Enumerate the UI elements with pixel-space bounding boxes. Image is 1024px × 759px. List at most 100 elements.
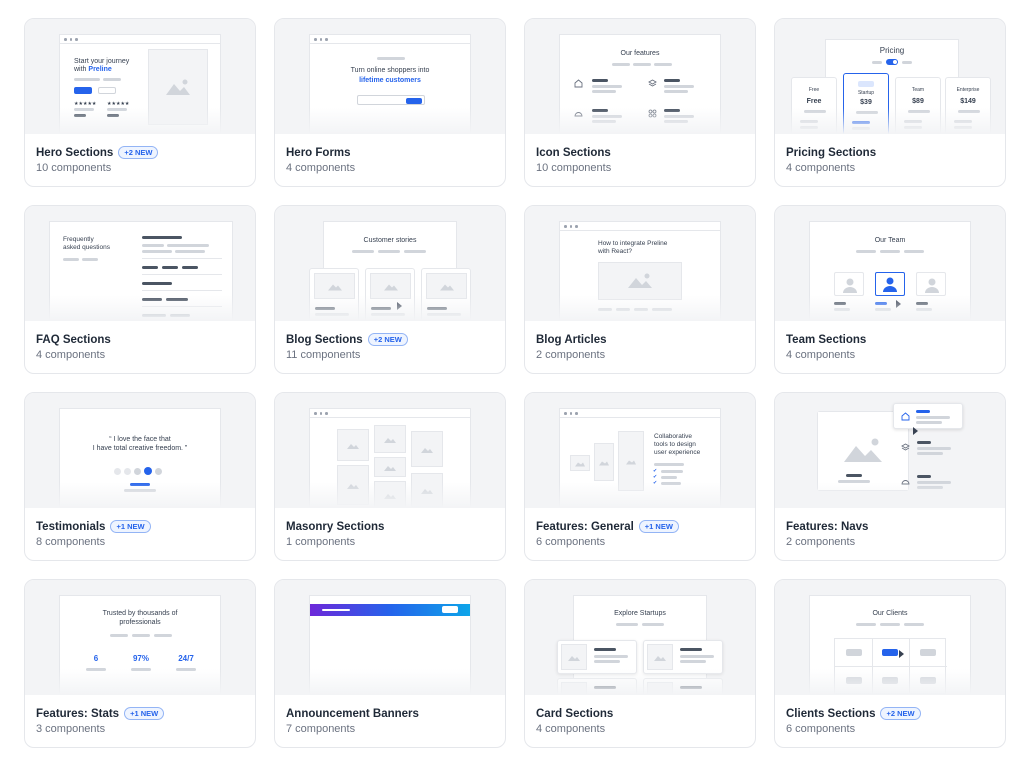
image-placeholder-icon (374, 425, 406, 453)
component-count: 3 components (36, 723, 106, 735)
category-title: Hero Forms (286, 146, 351, 159)
category-title: Blog Articles (536, 333, 607, 346)
category-title: Features: Navs (786, 520, 869, 533)
category-title: Clients Sections (786, 707, 876, 720)
stat-value: 97% (132, 654, 149, 663)
category-title: Hero Sections (36, 146, 114, 159)
image-placeholder-icon (337, 429, 369, 461)
mock-heading: Explore Startups (614, 610, 666, 617)
mock-heading-line2: with Preline (74, 66, 112, 73)
mock-quote-line2: I have total creative freedom. ” (92, 445, 188, 452)
image-placeholder-icon (570, 455, 590, 471)
preview-testimonials: “ I love the face that I have total crea… (25, 393, 255, 508)
category-card-features-stats[interactable]: Trusted by thousands of professionals 6 … (24, 579, 256, 748)
mock-heading: Our Clients (872, 610, 908, 617)
new-badge: +2 NEW (880, 707, 921, 720)
mock-quote: “ I love the face that (109, 436, 171, 443)
cursor-icon (913, 427, 918, 435)
new-badge: +1 NEW (124, 707, 165, 720)
category-card-team-sections[interactable]: Our Team Team Sections 4 components (774, 205, 1006, 374)
component-count: 11 components (286, 349, 361, 361)
avatar-icon (875, 272, 905, 296)
mock-heading-line2: professionals (119, 619, 161, 626)
mock-heading: Our features (620, 50, 660, 57)
component-count: 4 components (36, 349, 106, 361)
mock-heading-line2: with React? (598, 248, 632, 255)
category-card-pricing-sections[interactable]: Pricing Free Free Startup $39 Team $89 E… (774, 18, 1006, 187)
category-card-clients-sections[interactable]: Our Clients Clients Sections +2 NEW 6 co… (774, 579, 1006, 748)
category-title: Blog Sections (286, 333, 363, 346)
component-count: 10 components (536, 162, 612, 174)
category-card-card-sections[interactable]: Explore Startups Card Sections 4 compone… (524, 579, 756, 748)
layers-icon (901, 443, 910, 451)
component-count: 1 components (286, 536, 356, 548)
category-title: Announcement Banners (286, 707, 419, 720)
avatar-icon (834, 272, 864, 296)
category-card-features-navs[interactable]: Features: Navs 2 components (774, 392, 1006, 561)
preview-team-sections: Our Team (775, 206, 1005, 321)
component-count: 8 components (36, 536, 106, 548)
mock-heading-line2: asked questions (63, 244, 110, 251)
category-card-hero-forms[interactable]: Turn online shoppers into lifetime custo… (274, 18, 506, 187)
mock-heading: Collaborative (654, 433, 692, 440)
mock-heading: Our Team (874, 237, 906, 244)
category-card-faq-sections[interactable]: Frequently asked questions FAQ Sections … (24, 205, 256, 374)
component-count: 2 components (536, 349, 606, 361)
category-title: Pricing Sections (786, 146, 877, 159)
cursor-icon (899, 650, 904, 658)
mock-heading: Pricing (879, 46, 905, 55)
image-placeholder-icon (647, 644, 673, 670)
preview-features-general: Collaborative tools to design user exper… (525, 393, 755, 508)
category-card-hero-sections[interactable]: Start your journey with Preline ★★★★★ ★★… (24, 18, 256, 187)
category-card-blog-sections[interactable]: Customer stories Blog Sections +2 NEW 11… (274, 205, 506, 374)
image-placeholder-icon (561, 644, 587, 670)
category-title: Features: General (536, 520, 634, 533)
mock-heading: Customer stories (363, 237, 417, 244)
component-count: 4 components (286, 162, 356, 174)
category-card-testimonials[interactable]: “ I love the face that I have total crea… (24, 392, 256, 561)
stat-value: 24/7 (178, 654, 194, 663)
preview-hero-sections: Start your journey with Preline ★★★★★ ★★… (25, 19, 255, 134)
category-card-masonry-sections[interactable]: Masonry Sections 1 components (274, 392, 506, 561)
component-category-grid: Start your journey with Preline ★★★★★ ★★… (24, 18, 1006, 748)
preview-masonry-sections (275, 393, 505, 508)
preview-faq-sections: Frequently asked questions (25, 206, 255, 321)
category-title: Team Sections (786, 333, 867, 346)
category-card-blog-articles[interactable]: How to integrate Preline with React? Blo… (524, 205, 756, 374)
component-count: 4 components (536, 723, 606, 735)
preview-hero-forms: Turn online shoppers into lifetime custo… (275, 19, 505, 134)
new-badge: +2 NEW (118, 146, 159, 159)
component-count: 2 components (786, 536, 856, 548)
preview-announcement-banners (275, 580, 505, 695)
image-placeholder-icon (594, 443, 614, 481)
mock-heading-accent: lifetime customers (359, 77, 421, 84)
mock-avatar-dots (114, 467, 162, 475)
mock-input (357, 95, 425, 105)
mock-secondary-button (98, 87, 116, 94)
component-count: 7 components (286, 723, 356, 735)
mock-heading: How to integrate Preline (598, 240, 668, 247)
image-placeholder-icon (411, 431, 443, 467)
component-count: 4 components (786, 349, 856, 361)
preview-pricing-sections: Pricing Free Free Startup $39 Team $89 E… (775, 19, 1005, 134)
preview-features-stats: Trusted by thousands of professionals 6 … (25, 580, 255, 695)
component-count: 6 components (786, 723, 856, 735)
home-icon (901, 412, 910, 421)
new-badge: +1 NEW (638, 520, 679, 533)
category-card-features-general[interactable]: Collaborative tools to design user exper… (524, 392, 756, 561)
preview-icon-sections: Our features (525, 19, 755, 134)
category-title: Icon Sections (536, 146, 611, 159)
category-title: Testimonials (36, 520, 106, 533)
category-title: Card Sections (536, 707, 614, 720)
preview-blog-sections: Customer stories (275, 206, 505, 321)
announcement-banner-mock (310, 604, 470, 616)
category-card-icon-sections[interactable]: Our features Icon Sections 10 components (524, 18, 756, 187)
new-badge: +2 NEW (367, 333, 408, 346)
preview-blog-articles: How to integrate Preline with React? (525, 206, 755, 321)
mock-heading: Frequently (63, 236, 94, 243)
mock-heading: Turn online shoppers into (350, 67, 430, 74)
home-icon (574, 79, 583, 88)
category-card-announcement-banners[interactable]: Announcement Banners 7 components (274, 579, 506, 748)
image-placeholder-icon (374, 457, 406, 477)
preview-features-navs (775, 393, 1005, 508)
